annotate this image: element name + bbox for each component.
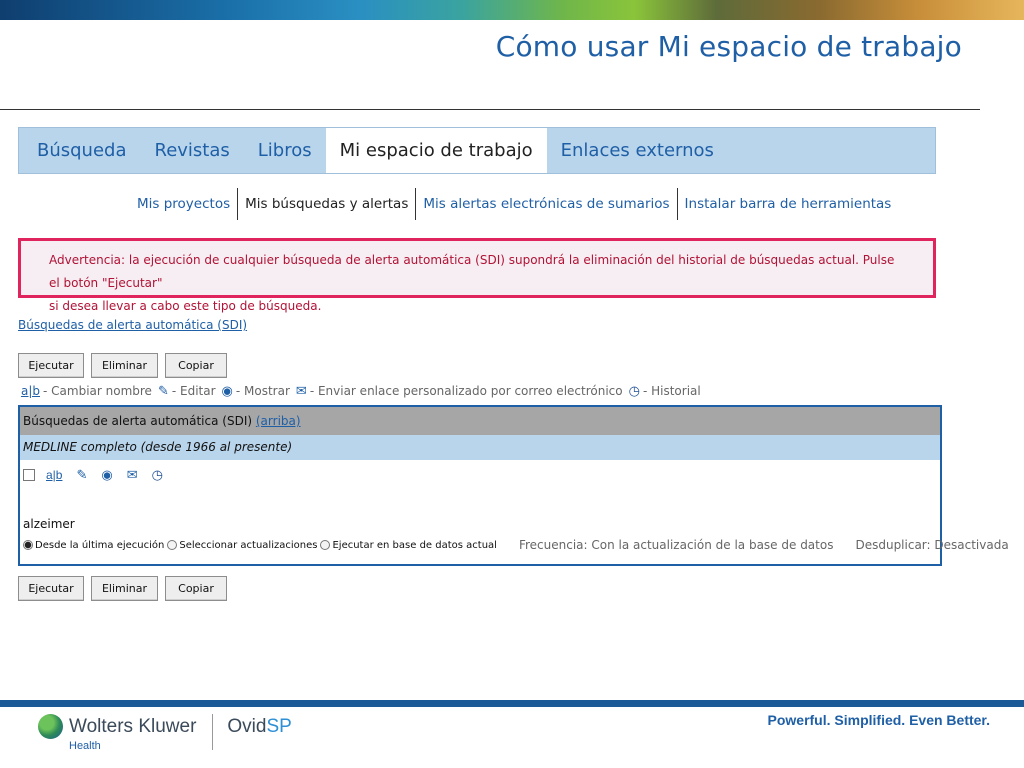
subnav-mis-busquedas[interactable]: Mis búsquedas y alertas: [238, 188, 415, 220]
option-label: Ejecutar en base de datos actual: [332, 539, 497, 551]
globe-logo-icon: [38, 714, 63, 739]
run-options: Desde la última ejecución Seleccionar ac…: [23, 538, 1009, 552]
run-button[interactable]: Ejecutar: [18, 576, 84, 601]
sdi-searches-link[interactable]: Búsquedas de alerta automática (SDI): [18, 318, 247, 332]
subnav-alertas-sumarios[interactable]: Mis alertas electrónicas de sumarios: [416, 188, 676, 220]
tab-libros[interactable]: Libros: [244, 128, 326, 173]
copy-button[interactable]: Copiar: [165, 576, 227, 601]
warning-line-2: si desea llevar a cabo este tipo de búsq…: [49, 299, 322, 313]
edit-pencil-icon: ✎: [157, 383, 169, 399]
select-checkbox[interactable]: [23, 469, 35, 481]
tab-revistas[interactable]: Revistas: [141, 128, 244, 173]
sdi-panel: Búsquedas de alerta automática (SDI) (ar…: [18, 405, 1009, 566]
option-label: Desde la última ejecución: [35, 539, 165, 551]
main-tab-bar: Búsqueda Revistas Libros Mi espacio de t…: [18, 127, 936, 174]
delete-button[interactable]: Eliminar: [91, 353, 158, 378]
legend-rename: - Cambiar nombre: [43, 384, 152, 398]
legend-edit: - Editar: [171, 384, 216, 398]
subnav-instalar-barra[interactable]: Instalar barra de herramientas: [678, 188, 899, 220]
product-name-a: Ovid: [227, 716, 267, 737]
edit-pencil-icon[interactable]: ✎: [76, 467, 87, 483]
legend-history: - Historial: [642, 384, 701, 398]
radio-select-updates[interactable]: [167, 540, 178, 550]
sub-navigation: Mis proyectos Mis búsquedas y alertas Mi…: [130, 188, 898, 220]
product-name: OvidSP: [227, 714, 291, 740]
show-eye-icon[interactable]: ◉: [101, 467, 112, 483]
legend-show: - Mostrar: [235, 384, 290, 398]
tab-enlaces-externos[interactable]: Enlaces externos: [547, 128, 728, 173]
run-button[interactable]: Ejecutar: [18, 353, 84, 378]
rename-icon: a|b: [21, 384, 41, 398]
top-banner: [0, 0, 1024, 20]
logo-separator: [212, 714, 214, 750]
tab-busqueda[interactable]: Búsqueda: [19, 128, 141, 173]
company-logo: Wolters Kluwer Health OvidSP: [38, 714, 292, 752]
top-link[interactable]: (arriba): [256, 414, 301, 428]
tab-mi-espacio[interactable]: Mi espacio de trabajo: [325, 128, 547, 173]
database-row: MEDLINE completo (desde 1966 al presente…: [20, 435, 940, 460]
saved-search-name: alzeimer: [23, 517, 75, 531]
division-name: Health: [69, 740, 101, 752]
email-icon: ✉: [295, 383, 307, 399]
slide-title: Cómo usar Mi espacio de trabajo: [495, 30, 962, 63]
row-actions: a|b ✎ ◉ ✉ ◷: [20, 460, 940, 490]
frequency-text: Frecuencia: Con la actualización de la b…: [518, 538, 834, 552]
subnav-mis-proyectos[interactable]: Mis proyectos: [130, 188, 237, 220]
warning-line-1: Advertencia: la ejecución de cualquier b…: [49, 253, 895, 290]
footer-divider: [0, 700, 1024, 707]
delete-button[interactable]: Eliminar: [91, 576, 158, 601]
history-clock-icon[interactable]: ◷: [152, 467, 163, 483]
title-divider: [0, 109, 980, 110]
legend-email: - Enviar enlace personalizado por correo…: [309, 384, 623, 398]
panel-heading: Búsquedas de alerta automática (SDI): [23, 414, 253, 428]
dedupe-text: Desduplicar: Desactivada: [855, 538, 1009, 552]
warning-box: Advertencia: la ejecución de cualquier b…: [18, 238, 936, 313]
radio-run-current-db[interactable]: [320, 540, 331, 550]
rename-icon[interactable]: a|b: [46, 468, 62, 482]
icon-legend: a|b - Cambiar nombre ✎ - Editar ◉ - Most…: [18, 381, 701, 401]
copy-button[interactable]: Copiar: [165, 353, 227, 378]
wk-block: Wolters Kluwer Health: [69, 714, 196, 752]
show-eye-icon: ◉: [221, 383, 233, 399]
option-label: Seleccionar actualizaciones: [179, 539, 318, 551]
radio-since-last-run[interactable]: [23, 540, 33, 550]
company-name: Wolters Kluwer: [69, 716, 197, 737]
product-name-b: SP: [266, 716, 292, 737]
button-row-top: Ejecutar Eliminar Copiar: [18, 353, 227, 378]
button-row-bottom: Ejecutar Eliminar Copiar: [18, 576, 227, 601]
history-clock-icon: ◷: [628, 383, 640, 399]
email-icon[interactable]: ✉: [127, 467, 138, 483]
panel-header: Búsquedas de alerta automática (SDI) (ar…: [20, 407, 940, 435]
tagline: Powerful. Simplified. Even Better.: [767, 712, 991, 728]
